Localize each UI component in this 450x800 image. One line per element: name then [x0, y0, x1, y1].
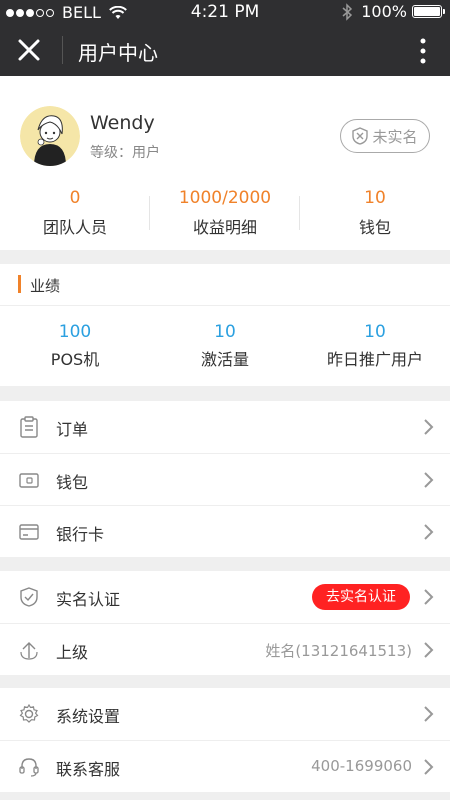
menu-item-orders[interactable]: 订单 — [0, 401, 450, 453]
stat-value: 0 — [69, 188, 81, 208]
menu-item-label: 联系客服 — [56, 760, 121, 779]
menu-group-system: 系统设置 联系客服 400-1699060 — [0, 688, 450, 792]
stat-label: 团队人员 — [42, 218, 107, 237]
chevron-right-icon — [424, 759, 434, 775]
menu-item-customer-service[interactable]: 联系客服 400-1699060 — [0, 740, 450, 792]
performance-stats: 100 POS机 10 激活量 10 昨日推广用户 — [0, 306, 450, 386]
stat-label: 钱包 — [358, 218, 391, 237]
service-phone: 400-1699060 — [311, 757, 412, 775]
stat-value: 100 — [58, 322, 92, 342]
profile-card: Wendy 等级：用户 未实名 0 团队人员 1000/2000 收益明细 10… — [0, 76, 450, 250]
menu-item-settings[interactable]: 系统设置 — [0, 688, 450, 740]
menu-item-label: 上级 — [56, 643, 89, 662]
superior-value: 姓名(13121641513) — [265, 642, 412, 660]
menu-group-account: 订单 钱包 银行卡 — [0, 401, 450, 557]
verify-now-badge[interactable]: 去实名认证 — [312, 584, 410, 610]
avatar[interactable] — [20, 106, 80, 166]
user-name: Wendy — [90, 112, 155, 134]
menu-item-label: 银行卡 — [56, 525, 105, 544]
verify-status-label: 未实名 — [372, 127, 418, 146]
chevron-right-icon — [424, 706, 434, 722]
battery-icon — [412, 5, 445, 18]
menu-item-bank-card[interactable]: 银行卡 — [0, 505, 450, 557]
menu-item-wallet[interactable]: 钱包 — [0, 453, 450, 505]
upload-arrow-icon — [20, 642, 38, 660]
chevron-right-icon — [424, 589, 434, 605]
stat-value: 10 — [214, 322, 236, 342]
menu-item-real-name-auth[interactable]: 实名认证 去实名认证 — [0, 571, 450, 623]
section-title: 业绩 — [30, 277, 61, 295]
menu-item-label: 系统设置 — [56, 707, 121, 726]
nav-bar: 用户中心 — [0, 24, 450, 76]
stat-value: 1000/2000 — [178, 188, 272, 208]
stat-value: 10 — [364, 322, 386, 342]
shield-icon — [352, 127, 369, 145]
headset-icon — [19, 758, 39, 777]
performance-header: 业绩 — [0, 264, 450, 306]
status-bar: BELL 4:21 PM 100% — [0, 0, 450, 24]
performance-card: 业绩 100 POS机 10 激活量 10 昨日推广用户 — [0, 264, 450, 386]
stat-label: 昨日推广用户 — [326, 350, 423, 369]
bluetooth-icon — [342, 2, 353, 21]
stat-value: 10 — [364, 188, 386, 208]
stat-pos-machines[interactable]: 100 POS机 — [0, 306, 150, 386]
profile-stats: 0 团队人员 1000/2000 收益明细 10 钱包 — [0, 184, 450, 244]
nav-divider — [62, 36, 63, 64]
user-level: 等级：用户 — [90, 145, 160, 161]
menu-item-label: 钱包 — [56, 473, 89, 492]
battery-percent: 100% — [361, 2, 407, 21]
more-vertical-icon[interactable] — [418, 38, 428, 64]
bank-card-icon — [19, 524, 39, 540]
chevron-right-icon — [424, 642, 434, 658]
stat-income-details[interactable]: 1000/2000 收益明细 — [150, 184, 300, 244]
gear-icon — [19, 703, 39, 723]
stat-label: 收益明细 — [192, 218, 257, 237]
chevron-right-icon — [424, 419, 434, 435]
close-icon[interactable] — [14, 36, 44, 64]
shield-icon — [20, 587, 38, 607]
menu-item-label: 订单 — [56, 420, 89, 439]
clipboard-icon — [20, 416, 38, 438]
stat-team-members[interactable]: 0 团队人员 — [0, 184, 150, 244]
chevron-right-icon — [424, 472, 434, 488]
section-accent-bar — [18, 275, 21, 293]
page-title: 用户中心 — [78, 41, 158, 65]
menu-item-superior[interactable]: 上级 姓名(13121641513) — [0, 623, 450, 675]
stat-activations[interactable]: 10 激活量 — [150, 306, 300, 386]
stat-label: 激活量 — [200, 350, 249, 369]
menu-group-identity: 实名认证 去实名认证 上级 姓名(13121641513) — [0, 571, 450, 675]
stat-yesterday-promoted[interactable]: 10 昨日推广用户 — [300, 306, 450, 386]
wallet-icon — [19, 473, 39, 488]
menu-item-label: 实名认证 — [56, 590, 121, 609]
stat-label: POS机 — [50, 350, 100, 369]
chevron-right-icon — [424, 524, 434, 540]
verify-status-button[interactable]: 未实名 — [340, 119, 430, 153]
stat-wallet[interactable]: 10 钱包 — [300, 184, 450, 244]
